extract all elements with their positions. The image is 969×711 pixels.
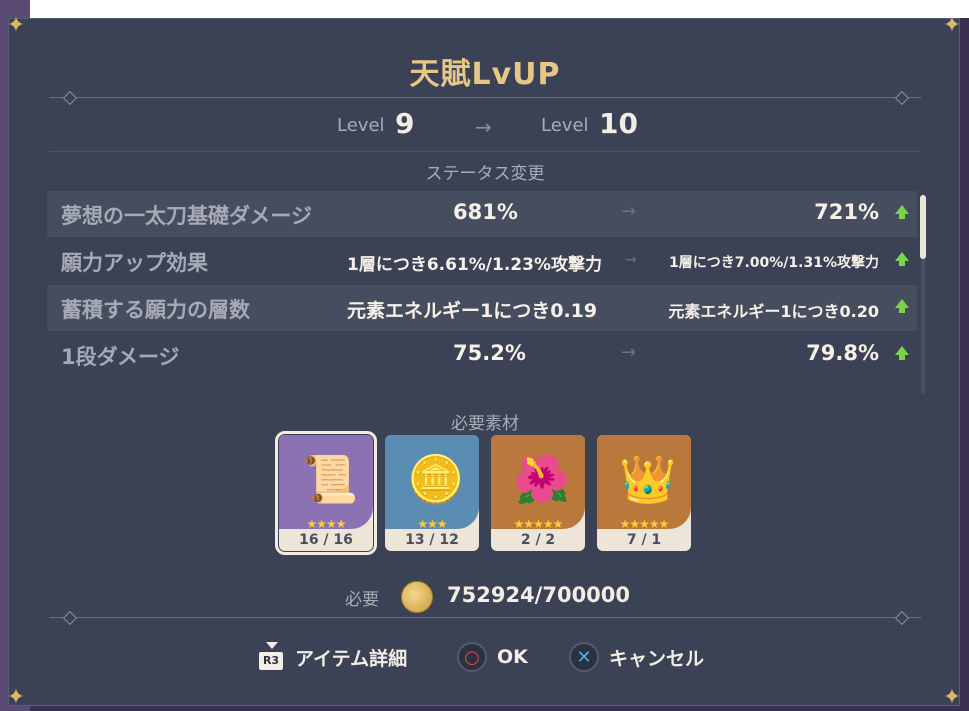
corner-ornament-icon: ✦: [942, 13, 962, 38]
cross-button-icon: ✕: [569, 642, 599, 672]
scroll-icon: 📜: [301, 452, 359, 506]
r3-indicator: [266, 642, 278, 649]
ok-button[interactable]: ○ OK: [457, 639, 528, 675]
r3-key-label: R3: [259, 652, 283, 670]
corner-ornament-icon: ✦: [942, 685, 962, 710]
stat-next: 79.8%: [806, 341, 879, 365]
cost-row: 必要 752924/700000: [9, 579, 961, 613]
arrow-right-icon: →: [625, 252, 637, 268]
backdrop-top: [0, 0, 969, 18]
materials-header: 必要素材: [451, 414, 519, 434]
cost-value: 752924/700000: [447, 583, 631, 607]
materials-list: 📜 ★★★★ 16 / 16 🪙 ★★★ 13 / 12 🌺 ★★★★★ 2 /…: [275, 431, 695, 555]
item-details-button[interactable]: R3 アイテム詳細: [257, 639, 407, 675]
increase-arrow-stem: [899, 354, 905, 360]
level-change: Level 9 → Level 10: [9, 107, 961, 141]
divider: [49, 97, 921, 98]
material-count: 2 / 2: [520, 532, 556, 548]
stat-next: 721%: [814, 200, 879, 224]
material-slot[interactable]: 🌺 ★★★★★ 2 / 2: [491, 435, 585, 551]
from-level-value: 9: [395, 107, 415, 140]
increase-arrow-stem: [899, 213, 905, 219]
mora-coin-icon: [401, 581, 433, 613]
divider: [49, 617, 921, 618]
material-count: 7 / 1: [626, 532, 662, 548]
stats-header: ステータス変更: [425, 164, 545, 184]
arrow-right-icon: →: [475, 115, 492, 139]
increase-arrow-stem: [899, 307, 905, 313]
stat-current: 元素エネルギー1につき0.19: [347, 300, 598, 322]
r3-button-icon: R3: [257, 642, 285, 672]
cost-label: 必要: [345, 590, 379, 610]
material-count: 16 / 16: [299, 532, 353, 548]
stat-name: 蓄積する願力の層数: [61, 298, 250, 322]
stats-scroll-thumb[interactable]: [920, 195, 926, 259]
stat-name: 願力アップ効果: [61, 251, 208, 275]
stat-name: 1段ダメージ: [61, 345, 180, 369]
stat-current: 681%: [453, 200, 518, 224]
material-slot[interactable]: 📜 ★★★★ 16 / 16: [275, 431, 377, 555]
ok-label: OK: [497, 646, 528, 668]
stat-current: 1層につき6.61%/1.23%攻撃力: [347, 255, 602, 275]
stat-next: 1層につき7.00%/1.31%攻撃力: [669, 255, 879, 271]
material-slot[interactable]: 👑 ★★★★★ 7 / 1: [597, 435, 691, 551]
stat-row: 夢想の一太刀基礎ダメージ 681% → 721%: [47, 191, 917, 237]
cancel-label: キャンセル: [609, 647, 705, 670]
tsuba-icon: 🪙: [407, 452, 465, 506]
from-level-label: Level: [337, 115, 385, 136]
material-count: 13 / 12: [405, 532, 459, 548]
cancel-button[interactable]: ✕ キャンセル: [569, 639, 704, 675]
divider-ornament: [62, 90, 78, 106]
to-level-label: Level: [541, 115, 589, 136]
stat-next: 元素エネルギー1につき0.20: [668, 302, 879, 321]
arrow-right-icon: →: [621, 201, 637, 222]
divider-ornament: [62, 610, 78, 626]
circle-button-icon: ○: [457, 642, 487, 672]
stats-list[interactable]: 夢想の一太刀基礎ダメージ 681% → 721% 願力アップ効果 1層につき6.…: [47, 191, 917, 399]
dialog-title: 天賦LvUP: [409, 57, 561, 92]
action-bar: R3 アイテム詳細 ○ OK ✕ キャンセル: [9, 639, 961, 679]
stat-current: 75.2%: [453, 341, 526, 365]
divider-ornament: [894, 610, 910, 626]
corner-ornament-icon: ✦: [6, 685, 26, 710]
talent-levelup-dialog: ✦ ✦ ✦ ✦ 天賦LvUP Level 9 → Level 10 ステータス変…: [7, 13, 961, 710]
stat-row: 1段ダメージ 75.2% → 79.8%: [47, 332, 917, 378]
to-level-value: 10: [599, 107, 638, 140]
stat-row: 願力アップ効果 1層につき6.61%/1.23%攻撃力 → 1層につき7.00%…: [47, 238, 917, 284]
divider-ornament: [894, 90, 910, 106]
crown-icon: 👑: [619, 452, 677, 506]
increase-arrow-stem: [899, 260, 905, 266]
stat-row: 蓄積する願力の層数 元素エネルギー1につき0.19 元素エネルギー1につき0.2…: [47, 285, 917, 331]
flower-icon: 🌺: [513, 452, 571, 506]
divider: [49, 151, 921, 152]
material-slot[interactable]: 🪙 ★★★ 13 / 12: [385, 435, 479, 551]
item-details-label: アイテム詳細: [295, 647, 408, 670]
corner-ornament-icon: ✦: [6, 13, 26, 38]
arrow-right-icon: →: [621, 342, 637, 363]
stat-name: 夢想の一太刀基礎ダメージ: [61, 204, 312, 228]
